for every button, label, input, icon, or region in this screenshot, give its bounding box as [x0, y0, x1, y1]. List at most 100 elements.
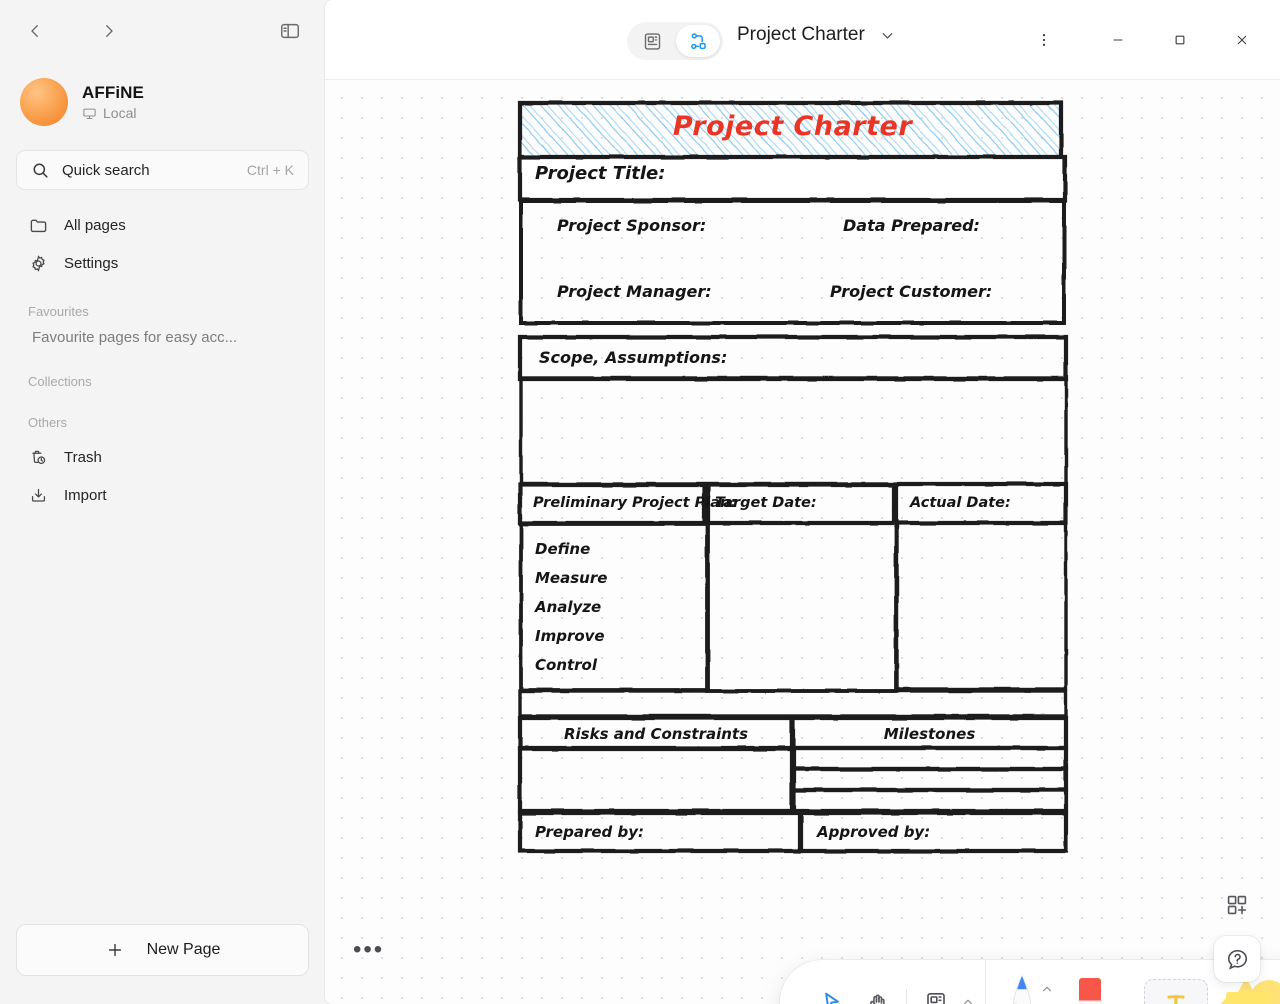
workspace-name: AFFiNE: [82, 83, 144, 102]
text-tool-button[interactable]: [1138, 960, 1214, 1004]
nav-back-button[interactable]: [18, 14, 52, 48]
chevron-up-icon: [963, 999, 973, 1004]
toolbar-section-separator: [985, 960, 986, 1004]
edgeless-mode-button[interactable]: [676, 25, 720, 57]
titlebar: Project Charter: [325, 0, 1280, 80]
section-title-collections: Collections: [28, 374, 92, 389]
risks-body-cell: [517, 746, 795, 814]
note-tool-button[interactable]: [913, 979, 959, 1004]
edgeless-toolbar: [780, 960, 1280, 1004]
plus-icon: [108, 943, 121, 957]
pen-icon: [1013, 974, 1031, 1004]
sidebar-item-trash[interactable]: Trash: [16, 438, 309, 476]
folder-icon: [28, 215, 48, 235]
canvas-more-button[interactable]: •••: [353, 938, 384, 962]
actual-date-body-cell: [895, 521, 1068, 691]
milestones-header-cell: [790, 715, 1069, 751]
sidebar-main-menu: All pages Settings: [0, 206, 325, 282]
quick-search-button[interactable]: Quick search Ctrl + K: [16, 150, 309, 190]
chevron-left-icon: [31, 25, 38, 37]
maximize-icon: [1175, 35, 1185, 45]
spacer-band: [518, 689, 1068, 718]
help-button[interactable]: [1214, 936, 1260, 982]
page-mode-icon: [644, 32, 660, 50]
section-title-others: Others: [28, 415, 68, 430]
scope-header-box: [517, 334, 1069, 382]
milestone-row: [791, 766, 1069, 793]
hand-tool-button[interactable]: [854, 979, 900, 1004]
document-title[interactable]: Project Charter: [737, 24, 896, 46]
more-options-button[interactable]: [1016, 18, 1072, 62]
pen-tool-button[interactable]: [994, 960, 1052, 1004]
sidebar-others-menu: Trash Import: [0, 438, 325, 514]
approved-by-cell: [797, 810, 1069, 854]
close-button[interactable]: [1214, 18, 1270, 62]
gear-icon: [28, 253, 48, 273]
milestone-row: [791, 787, 1069, 814]
title-banner: [517, 100, 1064, 162]
close-icon: [1237, 35, 1247, 45]
sidebar: AFFiNE Local Quick search Ctrl + K All p…: [0, 0, 325, 1004]
pen-tool-chevron[interactable]: [1038, 982, 1056, 996]
sidebar-item-all-pages[interactable]: All pages: [16, 206, 309, 244]
local-device-icon: [83, 108, 96, 119]
maximize-button[interactable]: [1152, 18, 1208, 62]
plan-header-cell: [517, 482, 711, 526]
sidebar-item-label: Import: [64, 486, 107, 504]
add-template-button[interactable]: [1218, 886, 1256, 924]
sidebar-item-label: Settings: [64, 254, 119, 272]
risks-header-cell: [517, 715, 795, 751]
sidebar-item-settings[interactable]: Settings: [16, 244, 309, 282]
toolbar-nav-group: [786, 979, 977, 1004]
search-icon: [33, 162, 48, 178]
nav-forward-button[interactable]: [92, 14, 126, 48]
minimize-button[interactable]: [1090, 18, 1146, 62]
workspace-status-label: Local: [103, 105, 137, 121]
sidebar-item-import[interactable]: Import: [16, 476, 309, 514]
chevron-right-icon: [106, 25, 113, 37]
prepared-by-cell: [517, 810, 804, 854]
select-tool-button[interactable]: [808, 979, 854, 1004]
target-date-body-cell: [705, 521, 898, 693]
sidebar-collapse-button[interactable]: [273, 14, 307, 48]
note-icon: [927, 993, 945, 1004]
help-icon: [1227, 949, 1247, 970]
sidebar-nav-bar: [0, 0, 325, 62]
avatar: [20, 78, 68, 126]
workspace-status: Local: [82, 105, 144, 121]
eraser-icon: [1078, 978, 1102, 1004]
page-title: Project Charter: [737, 24, 865, 45]
plan-body-cell: [519, 522, 710, 692]
select-cursor-icon: [825, 992, 839, 1004]
window-controls: [1016, 0, 1280, 80]
quick-search-label: Quick search: [62, 161, 150, 179]
add-template-icon: [1227, 895, 1247, 915]
new-page-button[interactable]: New Page: [16, 924, 309, 976]
actual-date-header-cell: [893, 481, 1069, 526]
sidebar-toggle-icon: [281, 23, 299, 39]
page-mode-button[interactable]: [630, 25, 674, 57]
edgeless-mode-icon: [690, 32, 706, 49]
sidebar-item-label: Trash: [64, 448, 102, 466]
trash-icon: [28, 447, 48, 467]
workspace-selector[interactable]: AFFiNE Local: [0, 72, 325, 126]
minimize-icon: [1113, 39, 1123, 41]
section-title-favourites: Favourites: [28, 304, 89, 319]
project-title-box: [517, 154, 1068, 203]
text-tool-icon: [1167, 995, 1185, 1004]
note-tool-chevron[interactable]: [959, 995, 977, 1004]
target-date-header-cell: [701, 482, 897, 526]
scope-body-box: [519, 376, 1068, 486]
project-charter-template[interactable]: Project Charter Project Title: Project S…: [515, 97, 1070, 857]
favourites-empty-hint: Favourite pages for easy acc...: [32, 329, 238, 346]
eraser-tool-button[interactable]: [1062, 960, 1118, 1004]
chevron-down-icon[interactable]: [879, 27, 896, 44]
milestone-row: [791, 745, 1069, 772]
canvas-utility-buttons: [1214, 886, 1260, 982]
main-area: Project Charter Project Charter Project …: [325, 0, 1280, 1004]
new-page-label: New Page: [146, 941, 221, 958]
edgeless-canvas[interactable]: Project Charter Project Title: Project S…: [325, 80, 1280, 1004]
hand-icon: [869, 994, 885, 1004]
quick-search-shortcut: Ctrl + K: [246, 162, 294, 178]
